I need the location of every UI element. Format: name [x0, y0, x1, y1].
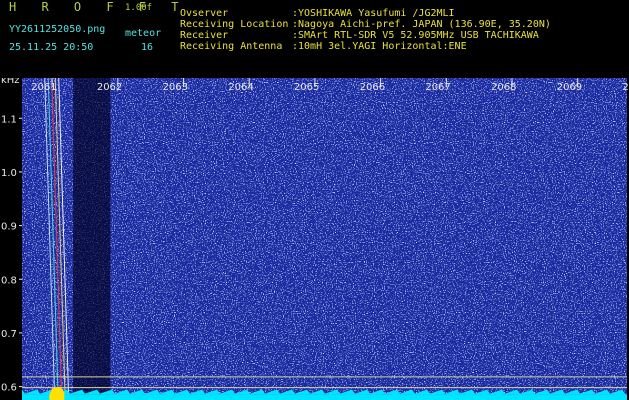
filename-label: YY2611252050.png	[9, 24, 106, 35]
spectrogram-noise	[22, 78, 627, 400]
x-tick-label: 2068	[491, 82, 516, 93]
x-tick-label: 2062	[97, 82, 122, 93]
receiver-value: :SMArt RTL-SDR V5 52.905MHz USB TACHIKAW…	[292, 30, 539, 41]
x-tick-label: 2063	[163, 82, 188, 93]
event-type-label: meteor	[125, 28, 162, 39]
spectrogram: kHz 1.1 1.0 0.9 0.8 0.7 0.6 2061 2062 2063 2064 206…	[1, 78, 629, 400]
x-tick-label: 2066	[360, 82, 385, 93]
hroft-screen: H R O F F T 1.00f YY2611252050.png 25.11…	[0, 0, 629, 400]
baseline-band	[22, 394, 627, 400]
datetime-label: 25.11.25 20:50	[9, 42, 94, 53]
quiet-band	[73, 78, 111, 400]
location-key: Receiving Location	[180, 19, 289, 30]
y-axis-unit: kHz	[1, 78, 20, 86]
y-tick-label: 1.0	[1, 168, 17, 179]
version-label: 1.00f	[125, 3, 153, 13]
antenna-key: Receiving Antenna	[180, 41, 283, 52]
app-logo: H R O F F T	[9, 0, 188, 14]
x-tick-label: 2061	[31, 82, 56, 93]
x-tick-label: 2065	[294, 82, 319, 93]
y-tick-label: 0.7	[1, 329, 17, 340]
y-tick-label: 0.6	[1, 383, 17, 394]
y-tick-label: 0.8	[1, 275, 17, 286]
x-tick-label: 2064	[228, 82, 253, 93]
x-tick-label: 2067	[425, 82, 450, 93]
x-tick-label: 2100	[622, 82, 629, 93]
receiver-key: Receiver	[180, 30, 229, 41]
y-tick-label: 0.9	[1, 222, 17, 233]
observer-value: :YOSHIKAWA Yasufumi /JG2MLI	[292, 8, 455, 19]
antenna-value: :10mH 3el.YAGI Horizontal:ENE	[292, 41, 467, 52]
y-tick-label: 1.1	[1, 114, 17, 125]
x-tick-label: 2069	[557, 82, 582, 93]
location-value: :Nagoya Aichi-pref. JAPAN (136.90E, 35.2…	[292, 19, 551, 30]
event-count: 16	[141, 42, 154, 53]
observer-key: Ovserver	[180, 8, 229, 19]
